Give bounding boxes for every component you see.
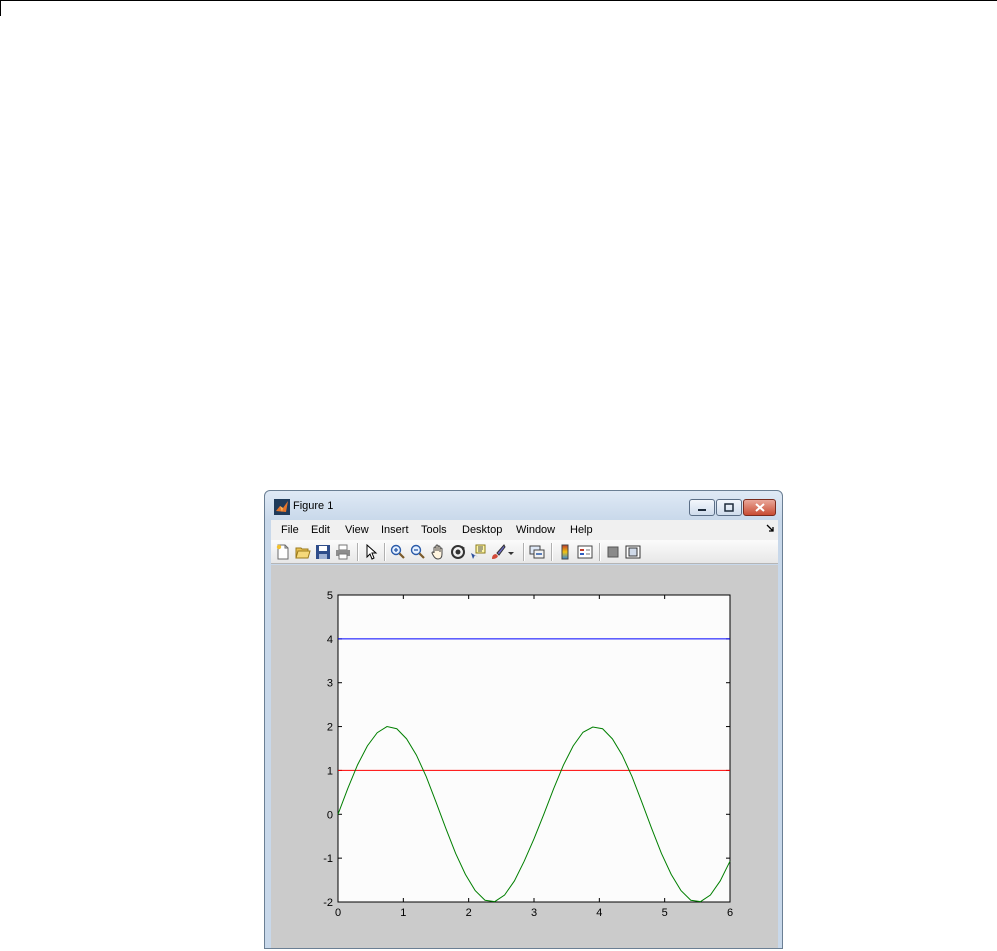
dock-arrow-icon[interactable] — [766, 524, 775, 533]
figure-window: Figure 1 File Edit View Insert Tools Des… — [264, 490, 783, 949]
menu-bar: File Edit View Insert Tools Desktop Wind… — [271, 520, 778, 540]
y-tick-label: 4 — [327, 634, 333, 646]
pan-icon[interactable] — [430, 544, 446, 560]
maximize-button[interactable] — [716, 499, 742, 516]
page-left-rule — [0, 0, 1, 16]
rotate-3d-icon[interactable] — [450, 544, 466, 560]
window-title: Figure 1 — [293, 500, 334, 512]
new-figure-icon[interactable] — [275, 544, 291, 560]
axes-background — [337, 594, 731, 903]
y-tick-labels: -2 -1 0 1 2 3 4 5 — [323, 590, 333, 909]
insert-legend-icon[interactable] — [577, 544, 593, 560]
toolbar-separator — [384, 543, 386, 561]
show-plot-tools-icon[interactable] — [625, 544, 641, 560]
x-tick-label: 1 — [400, 907, 406, 919]
insert-colorbar-icon[interactable] — [557, 544, 573, 560]
plot-axes[interactable]: 0 1 2 3 4 5 6 -2 -1 0 1 2 3 4 5 — [271, 565, 778, 949]
brush-icon[interactable] — [490, 544, 506, 560]
menu-file[interactable]: File — [281, 524, 299, 536]
menu-tools[interactable]: Tools — [421, 524, 447, 536]
hide-plot-tools-icon[interactable] — [605, 544, 621, 560]
menu-view[interactable]: View — [345, 524, 369, 536]
print-figure-icon[interactable] — [335, 544, 351, 560]
x-tick-labels: 0 1 2 3 4 5 6 — [335, 907, 733, 919]
data-cursor-icon[interactable] — [470, 544, 486, 560]
restore-icon — [724, 503, 734, 512]
figure-canvas: 0 1 2 3 4 5 6 -2 -1 0 1 2 3 4 5 — [271, 565, 778, 949]
menu-window[interactable]: Window — [516, 524, 555, 536]
title-bar[interactable]: Figure 1 — [265, 491, 782, 519]
menu-help[interactable]: Help — [570, 524, 593, 536]
page-top-rule — [0, 0, 997, 1]
y-tick-label: 1 — [327, 765, 333, 777]
x-tick-label: 2 — [466, 907, 472, 919]
edit-plot-icon[interactable] — [363, 544, 379, 560]
y-tick-label: -2 — [323, 897, 333, 909]
toolbar-separator — [523, 543, 525, 561]
open-file-icon[interactable] — [295, 544, 311, 560]
menu-insert[interactable]: Insert — [381, 524, 409, 536]
y-tick-label: 0 — [327, 809, 333, 821]
x-tick-label: 3 — [531, 907, 537, 919]
zoom-out-icon[interactable] — [410, 544, 426, 560]
close-button[interactable] — [743, 499, 776, 516]
y-tick-label: -1 — [323, 853, 333, 865]
menu-desktop[interactable]: Desktop — [462, 524, 502, 536]
y-tick-label: 2 — [327, 722, 333, 734]
link-plot-icon[interactable] — [529, 544, 545, 560]
toolbar-separator — [357, 543, 359, 561]
minimize-icon — [698, 508, 706, 511]
minimize-button[interactable] — [689, 499, 715, 516]
toolbar-separator — [551, 543, 553, 561]
brush-dropdown-icon[interactable] — [507, 544, 515, 560]
matlab-logo-icon — [274, 499, 290, 515]
x-tick-label: 4 — [596, 907, 602, 919]
menu-edit[interactable]: Edit — [311, 524, 330, 536]
close-icon — [754, 503, 765, 512]
x-tick-label: 6 — [727, 907, 733, 919]
y-tick-label: 5 — [327, 590, 333, 602]
zoom-in-icon[interactable] — [390, 544, 406, 560]
figure-toolbar — [271, 540, 778, 564]
y-tick-label: 3 — [327, 678, 333, 690]
x-tick-label: 5 — [662, 907, 668, 919]
x-tick-label: 0 — [335, 907, 341, 919]
save-figure-icon[interactable] — [315, 544, 331, 560]
toolbar-separator — [599, 543, 601, 561]
